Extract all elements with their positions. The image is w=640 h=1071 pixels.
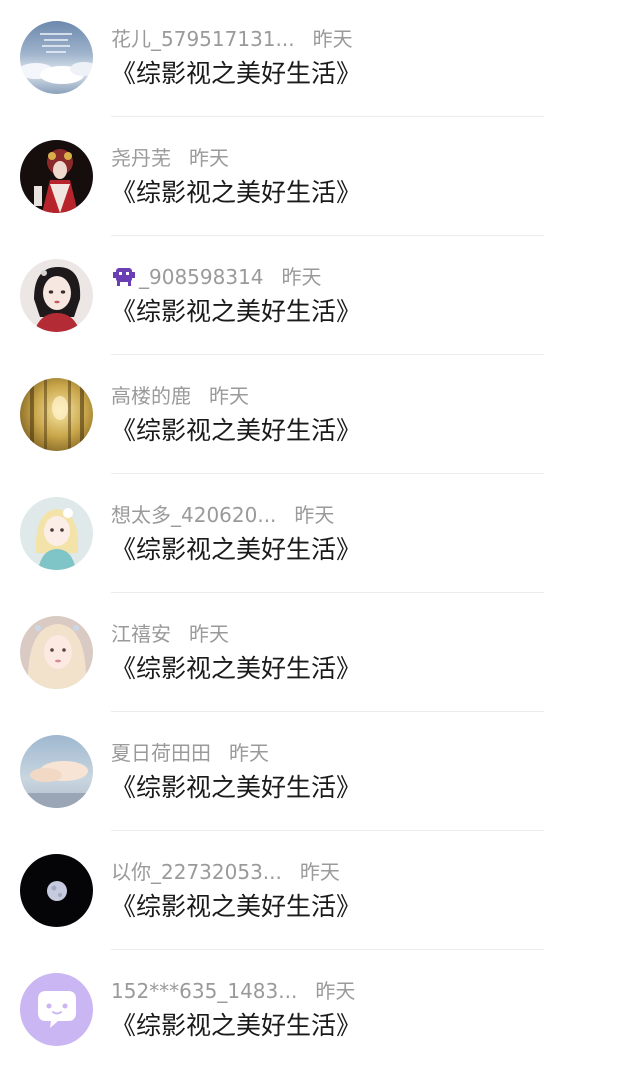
divider [111, 116, 544, 117]
divider [111, 354, 544, 355]
sender-name[interactable]: 以你_22732053... [111, 860, 282, 884]
blonde-girl-avatar-icon[interactable] [20, 616, 93, 689]
divider [111, 830, 544, 831]
sender-line: 花儿_579517131... 昨天 [111, 25, 353, 53]
opera-figure-avatar-icon[interactable] [20, 140, 93, 213]
message-text: 《综影视之美好生活》 [111, 654, 362, 683]
list-item[interactable]: 花儿_579517131... 昨天 《综影视之美好生活》 [0, 0, 640, 119]
message-text: 《综影视之美好生活》 [111, 892, 362, 921]
list-item[interactable]: 152***635_1483... 昨天 《综影视之美好生活》 [0, 952, 640, 1071]
divider [111, 473, 544, 474]
list-item[interactable]: 高楼的鹿 昨天 《综影视之美好生活》 [0, 357, 640, 476]
list-item[interactable]: _908598314 昨天 《综影视之美好生活》 [0, 238, 640, 357]
message-time: 昨天 [189, 622, 229, 646]
clouds-poem-avatar-icon[interactable] [20, 21, 93, 94]
sender-line: 夏日荷田田 昨天 [111, 739, 269, 767]
message-time: 昨天 [229, 741, 269, 765]
message-text: 《综影视之美好生活》 [111, 59, 362, 88]
sender-name[interactable]: _908598314 [139, 265, 264, 289]
sender-line: 高楼的鹿 昨天 [111, 382, 249, 410]
message-time: 昨天 [189, 146, 229, 170]
sender-name[interactable]: 想太多_420620... [111, 503, 276, 527]
purple-alien-emoji-icon [111, 266, 137, 288]
message-time: 昨天 [299, 860, 340, 884]
divider [111, 235, 544, 236]
message-time: 昨天 [315, 979, 356, 1003]
sender-name[interactable]: 花儿_579517131... [111, 27, 295, 51]
message-time: 昨天 [294, 503, 335, 527]
message-text: 《综影视之美好生活》 [111, 297, 362, 326]
sender-name[interactable]: 152***635_1483... [111, 979, 297, 1003]
moon-avatar-icon[interactable] [20, 854, 93, 927]
sender-line: _908598314 昨天 [111, 263, 322, 291]
default-chat-avatar-icon[interactable] [20, 973, 93, 1046]
sender-name[interactable]: 高楼的鹿 [111, 384, 191, 408]
message-time: 昨天 [209, 384, 249, 408]
sky-clouds-avatar-icon[interactable] [20, 735, 93, 808]
divider [111, 949, 544, 950]
list-item[interactable]: 夏日荷田田 昨天 《综影视之美好生活》 [0, 714, 640, 833]
sender-line: 以你_22732053... 昨天 [111, 858, 340, 886]
cartoon-doll-avatar-icon[interactable] [20, 497, 93, 570]
list-item[interactable]: 江禧安 昨天 《综影视之美好生活》 [0, 595, 640, 714]
list-item[interactable]: 以你_22732053... 昨天 《综影视之美好生活》 [0, 833, 640, 952]
sender-line: 想太多_420620... 昨天 [111, 501, 334, 529]
message-text: 《综影视之美好生活》 [111, 416, 362, 445]
message-text: 《综影视之美好生活》 [111, 535, 362, 564]
sender-line: 尧丹芜 昨天 [111, 144, 229, 172]
message-text: 《综影视之美好生活》 [111, 1011, 362, 1040]
sender-name[interactable]: 江禧安 [111, 622, 171, 646]
message-time: 昨天 [281, 265, 322, 289]
list-item[interactable]: 想太多_420620... 昨天 《综影视之美好生活》 [0, 476, 640, 595]
sender-line: 152***635_1483... 昨天 [111, 977, 355, 1005]
sender-name[interactable]: 夏日荷田田 [111, 741, 211, 765]
message-text: 《综影视之美好生活》 [111, 178, 362, 207]
sender-name[interactable]: 尧丹芜 [111, 146, 171, 170]
sender-line: 江禧安 昨天 [111, 620, 229, 648]
message-time: 昨天 [312, 27, 353, 51]
anime-girl-avatar-icon[interactable] [20, 259, 93, 332]
list-item[interactable]: 尧丹芜 昨天 《综影视之美好生活》 [0, 119, 640, 238]
divider [111, 592, 544, 593]
message-text: 《综影视之美好生活》 [111, 773, 362, 802]
golden-window-avatar-icon[interactable] [20, 378, 93, 451]
divider [111, 711, 544, 712]
